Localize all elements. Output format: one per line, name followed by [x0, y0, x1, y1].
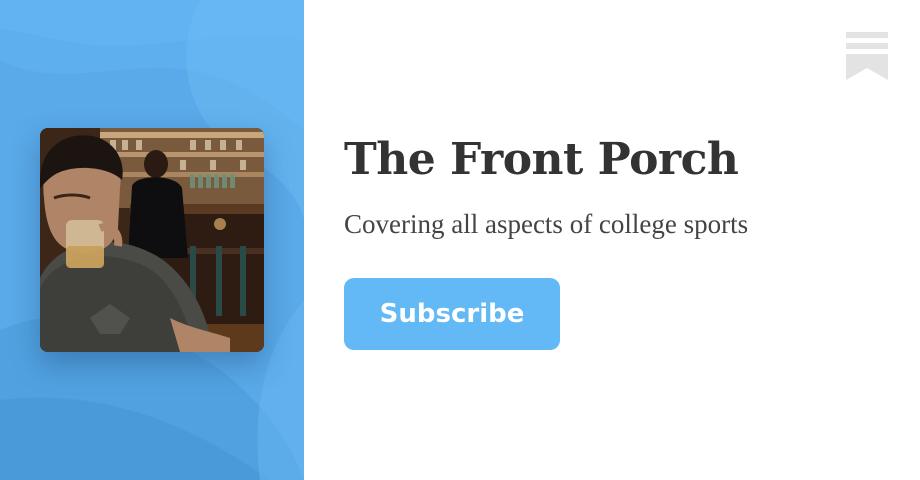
publication-subtitle: Covering all aspects of college sports: [344, 209, 749, 239]
publication-title: The Front Porch: [344, 134, 739, 185]
avatar-photo: [40, 128, 264, 352]
left-panel: [0, 0, 304, 480]
publication-info: The Front Porch Covering all aspects of …: [344, 130, 864, 350]
avatar[interactable]: [40, 128, 264, 352]
bookmark-icon: [846, 32, 888, 80]
publication-card: The Front Porch Covering all aspects of …: [0, 0, 920, 480]
subscribe-button[interactable]: Subscribe: [344, 278, 560, 350]
